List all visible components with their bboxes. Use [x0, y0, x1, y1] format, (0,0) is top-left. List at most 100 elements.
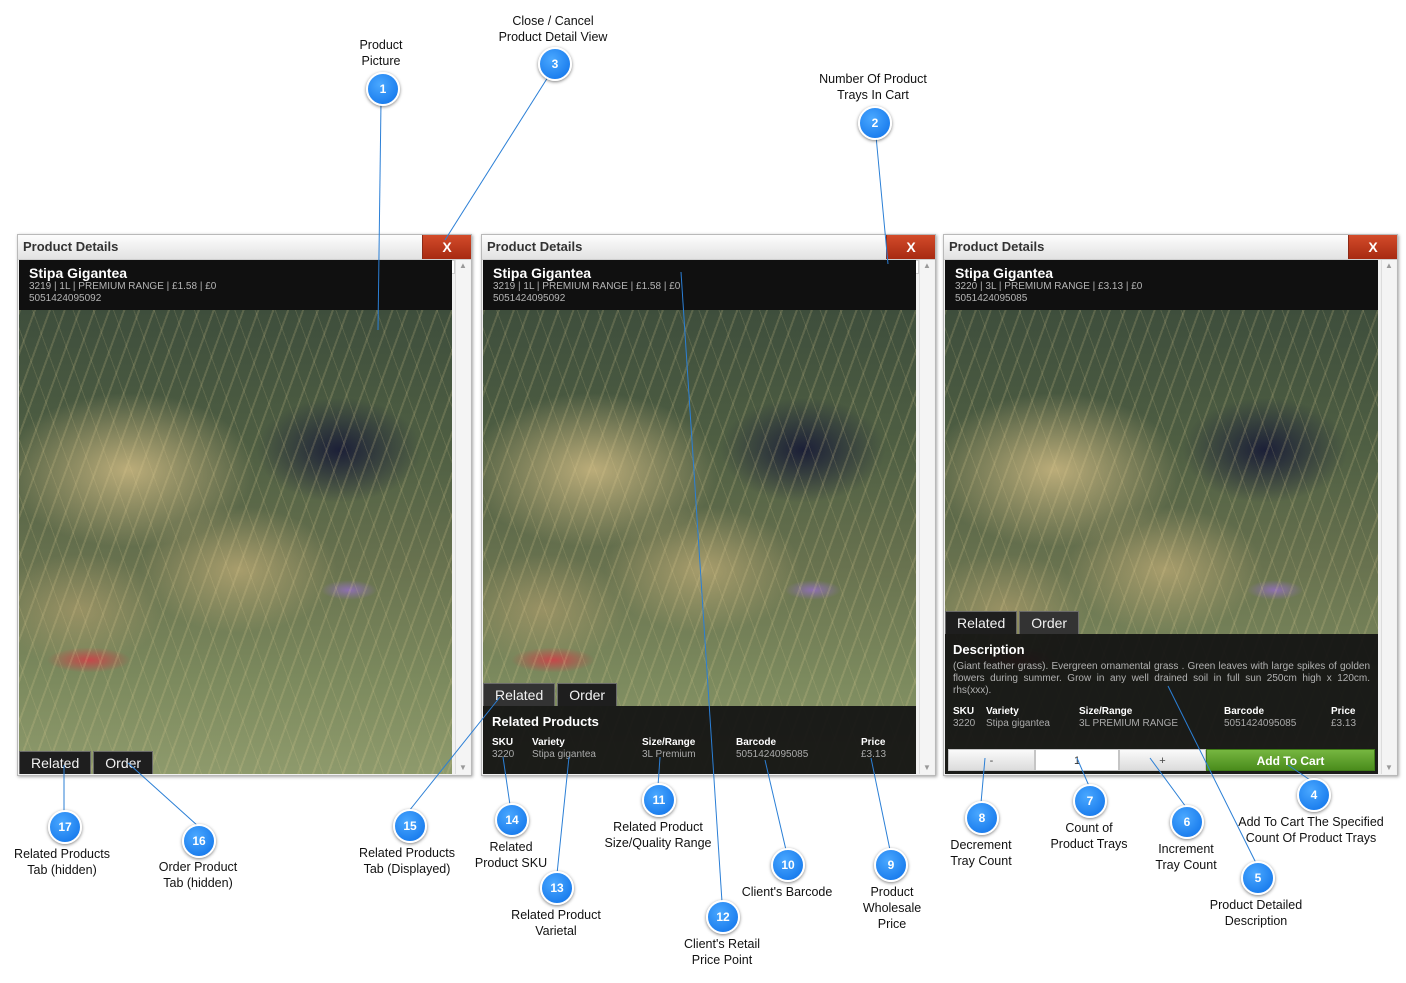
- size-value: 3L PREMIUM RANGE: [1079, 718, 1179, 729]
- product-barcode: 5051424095092: [29, 293, 102, 304]
- sku-value: 3220: [492, 749, 515, 760]
- close-button[interactable]: X: [422, 235, 471, 259]
- callout-badge-14: 14: [495, 803, 529, 837]
- callout-label-8: Decrement Tray Count: [950, 838, 1012, 868]
- scrollbar[interactable]: ▲ ▼: [1381, 260, 1396, 774]
- titlebar: Product Details X: [18, 235, 471, 260]
- col-barcode: Barcode 5051424095085: [1224, 706, 1296, 730]
- product-name: Stipa Gigantea: [955, 265, 1054, 281]
- callout-badge-6: 6: [1170, 805, 1204, 839]
- tab-order[interactable]: Order: [1019, 611, 1080, 634]
- callout-badge-8: 8: [965, 801, 999, 835]
- product-meta: 3219 | 1L | PREMIUM RANGE | £1.58 | £0: [29, 281, 217, 292]
- scroll-down-icon[interactable]: ▼: [456, 762, 470, 774]
- scroll-up-icon[interactable]: ▲: [1382, 260, 1396, 272]
- callout-label-16: Order Product Tab (hidden): [158, 860, 238, 890]
- product-barcode: 5051424095085: [955, 293, 1028, 304]
- callout-label-1: Product Picture: [359, 38, 403, 68]
- col-sku: SKU 3220: [492, 737, 514, 761]
- callout-label-11: Related Product Size/Quality Range: [604, 820, 712, 850]
- increment-button[interactable]: +: [1119, 749, 1206, 771]
- size-value: 3L Premium: [642, 749, 696, 760]
- leader-3: [444, 76, 549, 241]
- product-meta: 3219 | 1L | PREMIUM RANGE | £1.58 | £0: [493, 281, 681, 292]
- variety-value: Stipa gigantea: [986, 718, 1050, 729]
- size-header: Size/Range: [1079, 706, 1133, 717]
- quantity-input[interactable]: 1: [1035, 749, 1119, 771]
- callout-label-5: Product Detailed Description: [1209, 898, 1303, 928]
- callout-label-3: Close / Cancel Product Detail View: [498, 14, 608, 44]
- order-product-row: SKU 3220 Variety Stipa gigantea Size/Ran…: [953, 706, 1370, 734]
- callout-label-4: Add To Cart The Specified Count Of Produc…: [1238, 815, 1384, 845]
- barcode-value: 5051424095085: [1224, 718, 1297, 729]
- tab-order[interactable]: Order: [557, 683, 618, 706]
- scrollbar[interactable]: ▲ ▼: [919, 260, 934, 774]
- callout-label-13: Related Product Varietal: [511, 908, 601, 938]
- price-header: Price: [861, 737, 886, 748]
- close-button[interactable]: X: [886, 235, 935, 259]
- variety-header: Variety: [986, 706, 1019, 717]
- callout-label-15: Related Products Tab (Displayed): [359, 846, 455, 876]
- callout-label-7: Count of Product Trays: [1050, 821, 1128, 851]
- callout-label-17: Related Products Tab (hidden): [14, 847, 110, 877]
- scroll-up-icon[interactable]: ▲: [920, 260, 934, 272]
- tab-order[interactable]: Order: [93, 751, 154, 774]
- callout-label-6: Increment Tray Count: [1155, 842, 1217, 872]
- panel-title: Product Details: [949, 239, 1045, 254]
- callout-label-12: Client's Retail Price Point: [683, 937, 761, 967]
- panel-title: Product Details: [23, 239, 119, 254]
- scroll-down-icon[interactable]: ▼: [1382, 762, 1396, 774]
- tab-related[interactable]: Related: [19, 751, 92, 774]
- barcode-header: Barcode: [1224, 706, 1265, 717]
- variety-value: Stipa gigantea: [532, 749, 596, 760]
- panel-content: Stipa Gigantea 3219 | 1L | PREMIUM RANGE…: [19, 260, 452, 774]
- related-products-title: Related Products: [492, 714, 599, 729]
- panel-title: Product Details: [487, 239, 583, 254]
- col-sku: SKU 3220: [953, 706, 975, 730]
- related-product-row[interactable]: SKU 3220 Variety Stipa gigantea Size/Ran…: [492, 737, 907, 765]
- callout-label-9: Product Wholesale Price: [862, 885, 922, 931]
- callout-badge-15: 15: [393, 809, 427, 843]
- decrement-button[interactable]: -: [948, 749, 1035, 771]
- callout-label-14: Related Product SKU: [474, 840, 548, 870]
- variety-header: Variety: [532, 737, 565, 748]
- product-barcode: 5051424095092: [493, 293, 566, 304]
- scroll-up-icon[interactable]: ▲: [456, 260, 470, 272]
- product-name: Stipa Gigantea: [29, 265, 128, 281]
- product-name: Stipa Gigantea: [493, 265, 592, 281]
- tab-bar: Related Order: [945, 611, 1080, 634]
- price-value: £3.13: [861, 749, 887, 760]
- sku-value: 3220: [953, 718, 976, 729]
- price-header: Price: [1331, 706, 1356, 717]
- tab-bar: Related Order: [19, 751, 154, 774]
- col-variety: Variety Stipa gigantea: [532, 737, 596, 761]
- tab-related[interactable]: Related: [483, 683, 556, 706]
- product-details-panel-2: Product Details X 5 🛒 ▲ ▼ Stipa Gigantea…: [481, 234, 936, 776]
- callout-badge-9: 9: [874, 848, 908, 882]
- close-button[interactable]: X: [1348, 235, 1397, 259]
- add-to-cart-button[interactable]: Add To Cart: [1206, 749, 1375, 771]
- tab-bar: Related Order: [483, 683, 618, 706]
- product-picture: [19, 310, 452, 774]
- barcode-value: 5051424095085: [736, 749, 809, 760]
- price-value: £3.13: [1331, 718, 1357, 729]
- callout-badge-3: 3: [538, 47, 572, 81]
- panel-content: Stipa Gigantea 3220 | 3L | PREMIUM RANGE…: [945, 260, 1378, 774]
- callout-badge-7: 7: [1073, 784, 1107, 818]
- description-text: (Giant feather grass). Evergreen ornamen…: [953, 661, 1370, 696]
- scroll-down-icon[interactable]: ▼: [920, 762, 934, 774]
- col-size: Size/Range 3L PREMIUM RANGE: [1079, 706, 1178, 730]
- sku-header: SKU: [492, 737, 514, 748]
- product-details-panel-3: Product Details X ▲ ▼ Stipa Gigantea 322…: [943, 234, 1398, 776]
- col-barcode: Barcode 5051424095085: [736, 737, 808, 761]
- callout-badge-10: 10: [771, 848, 805, 882]
- callout-badge-11: 11: [642, 783, 676, 817]
- order-panel: Description (Giant feather grass). Everg…: [945, 634, 1378, 774]
- callout-badge-13: 13: [540, 871, 574, 905]
- quantity-controls: - 1 + Add To Cart: [948, 749, 1375, 771]
- sku-header: SKU: [953, 706, 975, 717]
- scrollbar[interactable]: ▲ ▼: [455, 260, 470, 774]
- product-details-panel-1: Product Details X 5 🛒 ▲ ▼ Stipa Gigantea…: [17, 234, 472, 776]
- tab-related[interactable]: Related: [945, 611, 1018, 634]
- callout-label-2: Number Of Product Trays In Cart: [819, 72, 927, 102]
